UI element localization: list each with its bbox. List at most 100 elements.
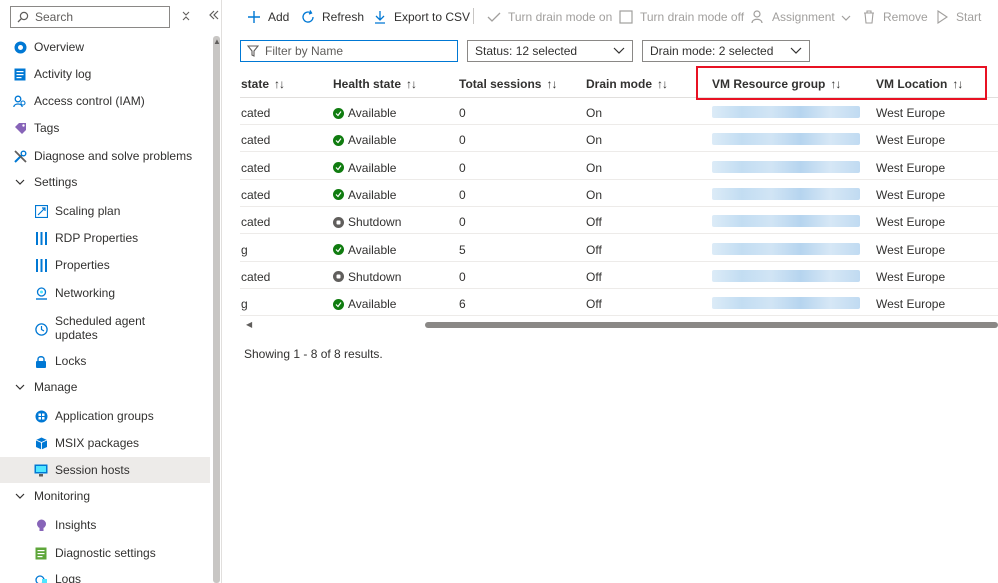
table-row[interactable]: cated Shutdown 0 Off West Europe <box>240 262 998 289</box>
sidebar-item-scheduled-agent-updates[interactable]: Scheduled agent updates <box>0 313 210 347</box>
cell-vm-resource-group-redacted <box>712 187 860 200</box>
cell-total-sessions: 0 <box>459 106 466 120</box>
sidebar-item-diagnose[interactable]: Diagnose and solve problems <box>0 143 210 169</box>
sidebar-item-properties[interactable]: Properties <box>0 252 210 278</box>
chevron-down-icon <box>13 175 27 189</box>
sidebar-item-access-control[interactable]: Access control (IAM) <box>0 88 210 114</box>
cell-health-state: Available <box>333 106 396 120</box>
sidebar-item-logs[interactable]: Logs <box>0 566 210 583</box>
results-summary: Showing 1 - 8 of 8 results. <box>244 347 383 361</box>
sidebar-item-insights[interactable]: Insights <box>0 512 210 538</box>
table-row[interactable]: cated Available 0 On West Europe <box>240 98 998 125</box>
column-header-total-sessions[interactable]: Total sessions ↑↓ <box>459 77 557 91</box>
available-check-icon <box>333 107 344 119</box>
refresh-button[interactable]: Refresh <box>300 8 364 26</box>
cell-vm-resource-group-redacted <box>712 106 860 118</box>
wrench-icon <box>13 149 27 163</box>
cell-health-state: Available <box>333 297 396 311</box>
cell-total-sessions: 0 <box>459 160 466 175</box>
sidebar-section-label: Manage <box>34 380 78 394</box>
table-row[interactable]: cated Available 0 On West Europe <box>240 125 998 153</box>
cell-vm-location: West Europe <box>876 242 946 257</box>
sidebar-item-label: Application groups <box>55 409 154 423</box>
sidebar-item-locks[interactable]: Locks <box>0 348 210 374</box>
shutdown-icon <box>333 271 344 283</box>
table-row[interactable]: g Available 5 Off West Europe <box>240 235 998 262</box>
horizontal-scrollbar-thumb[interactable] <box>425 322 998 328</box>
sidebar-item-label: Diagnose and solve problems <box>34 149 193 163</box>
sidebar-item-tags[interactable]: Tags <box>0 115 210 141</box>
sidebar-item-label: MSIX packages <box>55 436 140 450</box>
available-check-icon <box>333 298 344 310</box>
scroll-left-arrow-icon[interactable]: ◀ <box>246 320 252 329</box>
filter-by-name-placeholder: Filter by Name <box>265 44 344 58</box>
cell-vm-resource-group-redacted <box>712 297 860 310</box>
application-groups-icon <box>34 409 48 423</box>
cell-vm-location: West Europe <box>876 160 946 175</box>
table-row[interactable]: cated Shutdown 0 Off West Europe <box>240 207 998 235</box>
cell-total-sessions: 5 <box>459 242 466 257</box>
assignment-button[interactable]: Assignment <box>750 8 851 26</box>
turn-drain-on-button[interactable]: Turn drain mode on <box>486 8 612 26</box>
health-state-label: Available <box>348 160 397 175</box>
cell-vm-location: West Europe <box>876 106 946 120</box>
sidebar-item-label: Scheduled agent <box>55 314 146 328</box>
cell-vm-resource-group-redacted <box>712 133 860 146</box>
sidebar-search-placeholder: Search <box>35 10 74 24</box>
sidebar-section-monitoring[interactable]: Monitoring <box>0 483 210 509</box>
table-row[interactable]: cated Available 0 On West Europe <box>240 153 998 180</box>
clear-filter-icon[interactable] <box>178 10 194 24</box>
scroll-up-arrow-icon[interactable]: ▲ <box>213 37 221 46</box>
cell-health-state: Available <box>333 243 396 257</box>
sidebar-item-diagnostic-settings[interactable]: Diagnostic settings <box>0 540 210 566</box>
turn-drain-off-button[interactable]: Turn drain mode off <box>618 8 744 26</box>
sidebar-item-application-groups[interactable]: Application groups <box>0 403 210 429</box>
sidebar-scrollbar[interactable] <box>213 36 220 583</box>
drain-mode-filter-dropdown[interactable]: Drain mode: 2 selected <box>642 40 810 62</box>
cell-health-state: Available <box>333 133 396 147</box>
export-csv-button[interactable]: Export to CSV <box>372 8 470 26</box>
cell-state: cated <box>241 106 271 120</box>
column-header-state[interactable]: state ↑↓ <box>241 77 285 91</box>
sidebar-item-session-hosts[interactable]: Session hosts <box>0 457 210 483</box>
add-button[interactable]: Add <box>246 8 289 26</box>
turn-drain-on-label: Turn drain mode on <box>508 10 613 24</box>
cell-vm-resource-group-redacted <box>712 160 860 173</box>
sidebar-item-label: RDP Properties <box>55 231 139 245</box>
sidebar-item-label-line2: updates <box>55 328 98 342</box>
sidebar-item-overview[interactable]: Overview <box>0 34 210 60</box>
sidebar-section-label: Settings <box>34 175 78 189</box>
collapse-sidebar-icon[interactable] <box>206 8 222 24</box>
sidebar-section-manage[interactable]: Manage <box>0 374 210 400</box>
remove-button[interactable]: Remove <box>861 8 928 26</box>
start-label: Start <box>956 10 982 24</box>
logs-icon <box>34 572 48 583</box>
tag-icon <box>13 121 27 135</box>
sidebar-item-networking[interactable]: Networking <box>0 280 210 306</box>
highlight-annotation-box <box>696 66 987 100</box>
lightbulb-icon <box>34 518 48 532</box>
sidebar-item-rdp-properties[interactable]: RDP Properties <box>0 225 210 251</box>
sidebar-section-settings[interactable]: Settings <box>0 169 210 195</box>
sidebar-search-input[interactable]: Search <box>10 6 170 28</box>
remove-label: Remove <box>883 10 928 24</box>
sidebar-item-label: Scaling plan <box>55 204 121 218</box>
drain-mode-filter-value: Drain mode: 2 selected <box>650 44 774 58</box>
status-filter-dropdown[interactable]: Status: 12 selected <box>467 40 633 62</box>
toolbar-divider <box>473 8 474 24</box>
chevron-down-icon <box>13 489 27 503</box>
table-row[interactable]: g Available 6 Off West Europe <box>240 289 998 317</box>
sidebar-item-msix-packages[interactable]: MSIX packages <box>0 430 210 456</box>
column-header-health-state[interactable]: Health state ↑↓ <box>333 77 417 91</box>
horizontal-scrollbar[interactable]: ◀ <box>240 320 998 329</box>
health-state-label: Available <box>348 297 397 312</box>
sidebar-item-label: Properties <box>55 258 110 272</box>
cell-drain-mode: Off <box>586 215 602 230</box>
add-label: Add <box>268 10 290 24</box>
filter-by-name-input[interactable]: Filter by Name <box>240 40 458 62</box>
sidebar-item-activity-log[interactable]: Activity log <box>0 61 210 87</box>
column-header-drain-mode[interactable]: Drain mode ↑↓ <box>586 77 668 91</box>
start-button[interactable]: Start <box>934 8 981 26</box>
sidebar-item-scaling-plan[interactable]: Scaling plan <box>0 198 210 224</box>
table-row[interactable]: cated Available 0 On West Europe <box>240 180 998 207</box>
